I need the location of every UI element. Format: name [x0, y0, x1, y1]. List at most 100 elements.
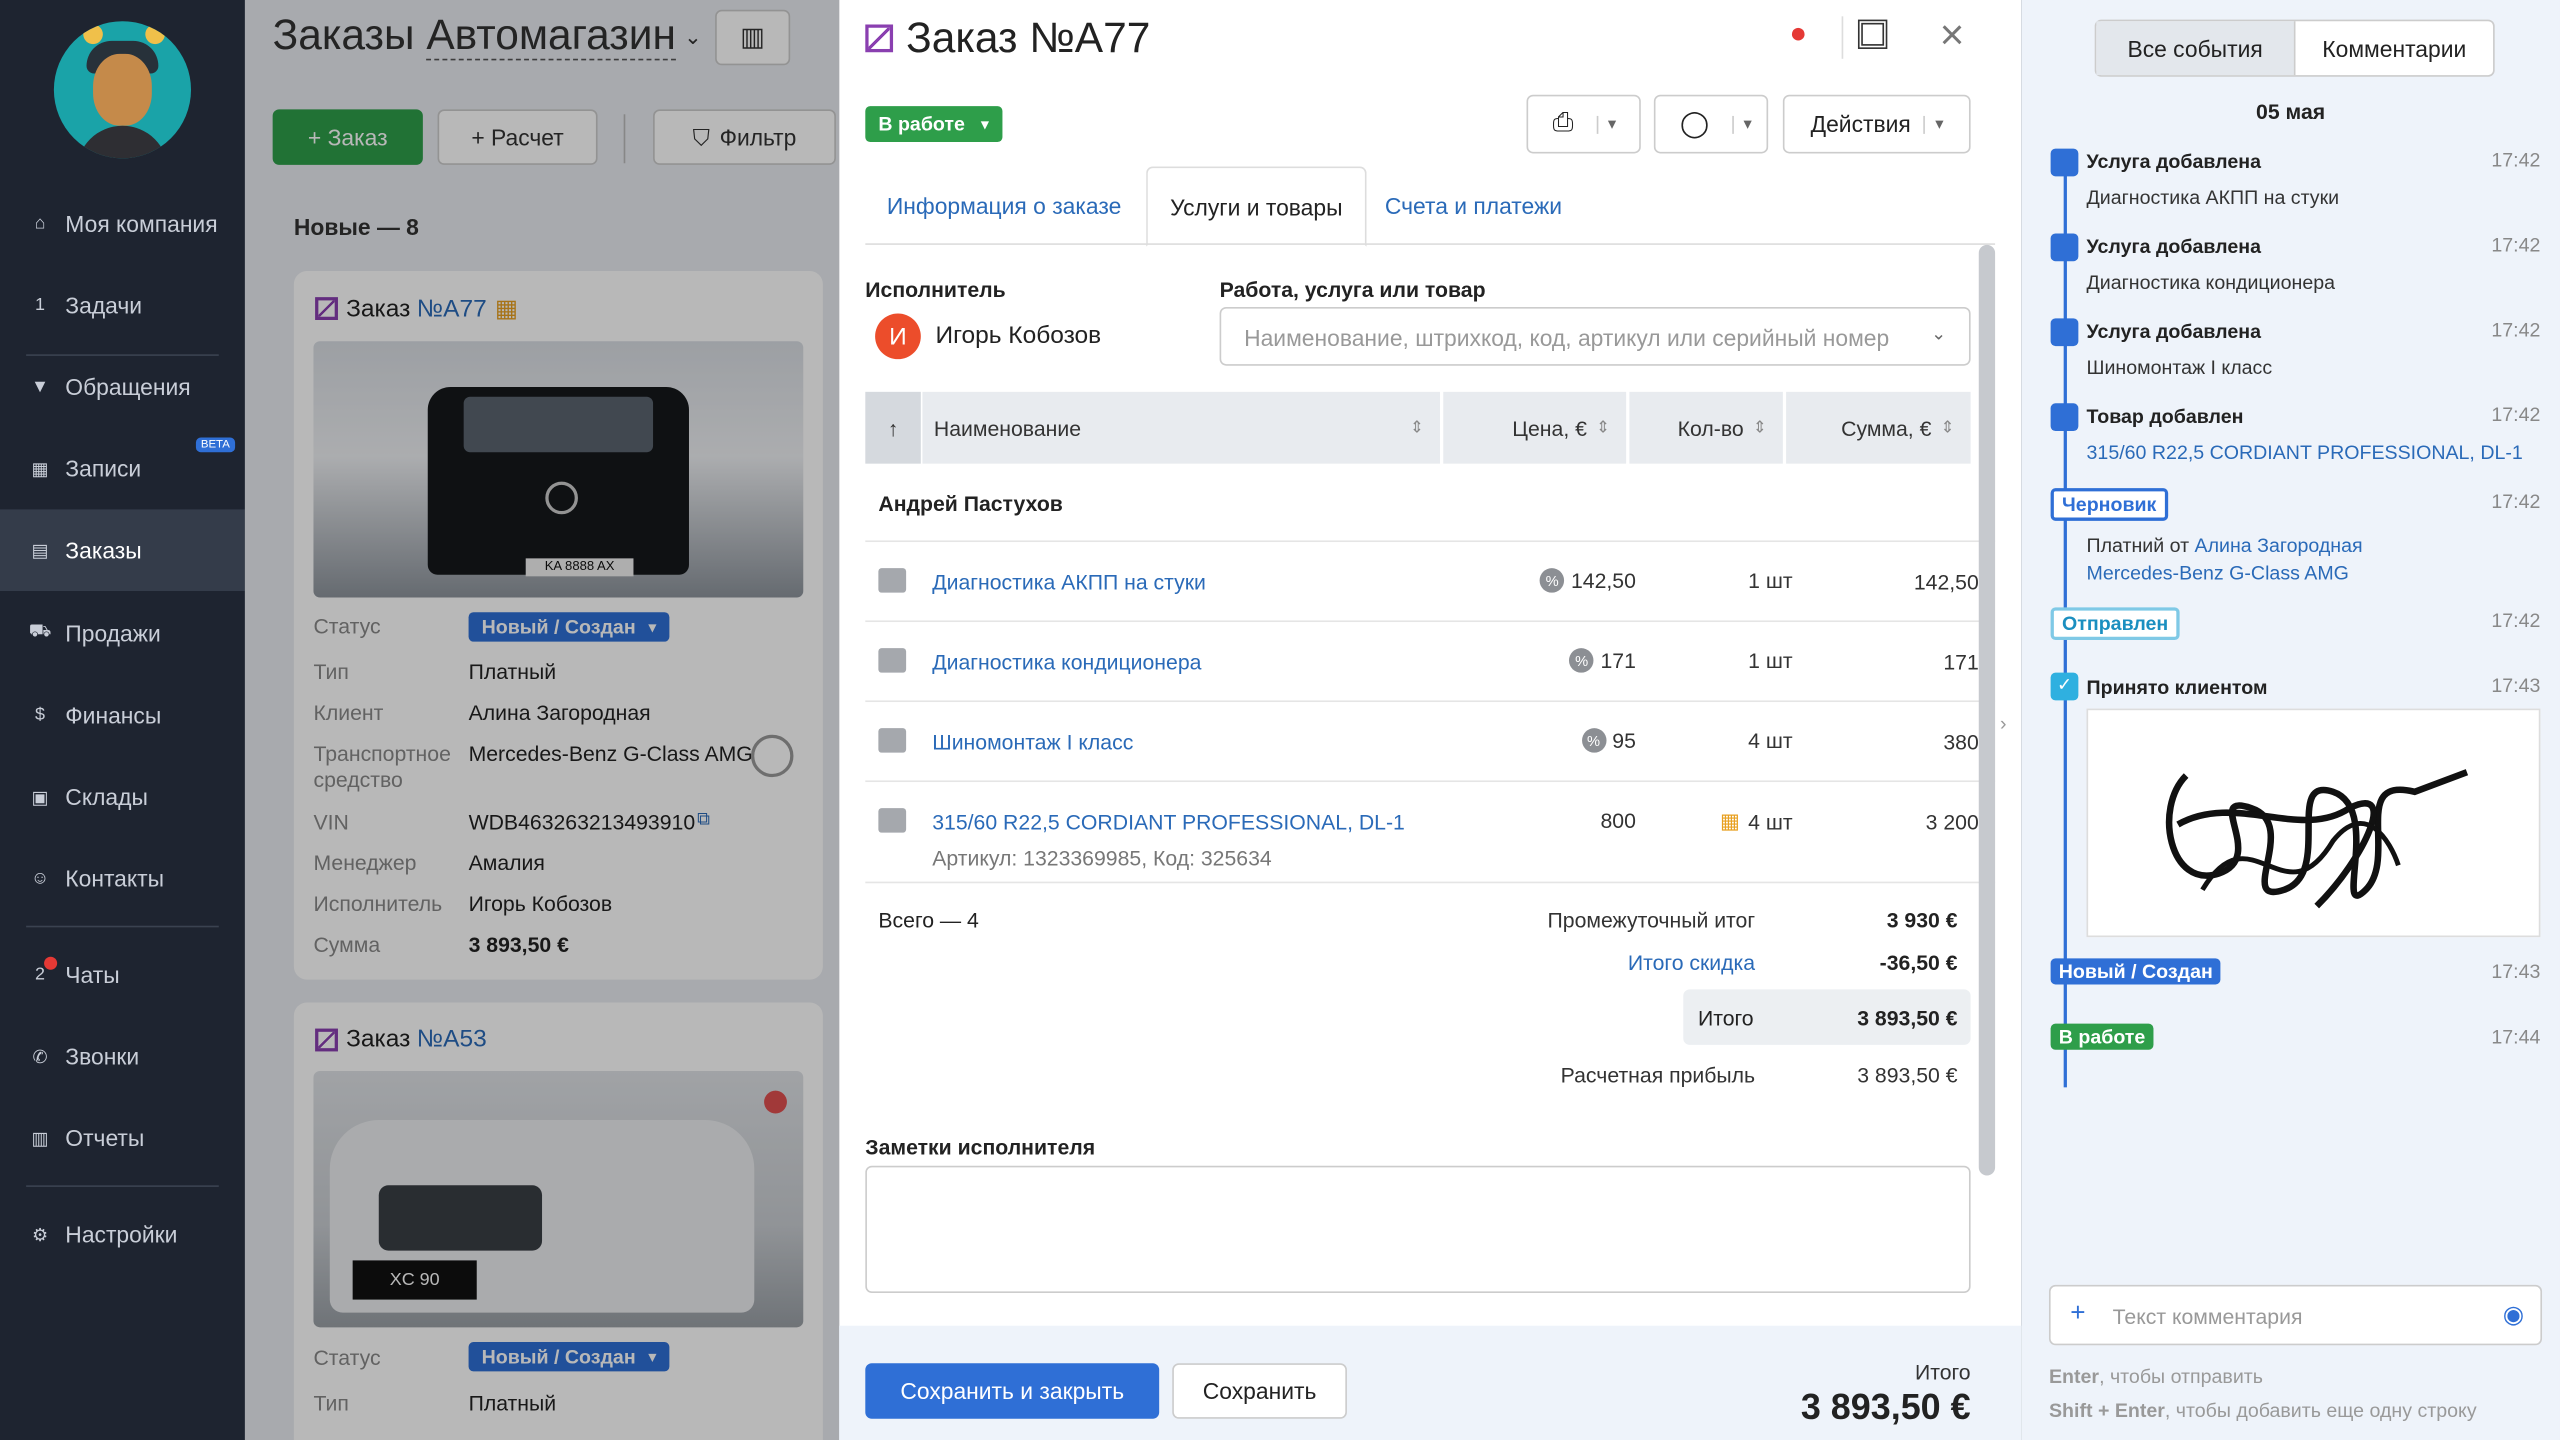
client-link[interactable]: Алина Загородная [2195, 534, 2363, 557]
sidebar-item-label: Продажи [65, 620, 161, 647]
tab-all-events[interactable]: Все события [2096, 21, 2296, 76]
sidebar-item-dollar[interactable]: $ Финансы [0, 674, 245, 756]
sort-column[interactable]: ↑ [865, 391, 921, 464]
tab-comments[interactable]: Комментарии [2296, 21, 2494, 75]
sidebar-item-home[interactable]: ⌂ Моя компания [0, 183, 245, 265]
item-sum: 380 [1943, 729, 1979, 755]
sidebar-item-label: Финансы [65, 702, 162, 729]
save-button[interactable]: Сохранить [1172, 1363, 1347, 1419]
event-title: Товар добавлен [2086, 404, 2244, 428]
item-qty-value: 1 шт [1748, 648, 1793, 673]
executor-name[interactable]: Игорь Кобозов [936, 322, 1102, 350]
tab-order-info[interactable]: Информация о заказе [865, 167, 1143, 245]
item-row[interactable]: 315/60 R22,5 CORDIANT PROFESSIONAL, DL-1… [865, 782, 1996, 884]
chevron-down-icon: ▾ [1596, 115, 1616, 134]
sidebar-item-chat[interactable]: 2 Чаты [0, 934, 245, 1016]
scrollbar[interactable] [1978, 244, 1996, 1176]
service-icon [878, 648, 907, 673]
item-row[interactable]: Шиномонтаж I класс% 95 4 шт 380 [865, 702, 1996, 783]
sidebar-item-report[interactable]: ▥ Отчеты [0, 1097, 245, 1179]
print-button[interactable]: ⎙ ▾ [1526, 94, 1641, 154]
sidebar-item-label: Записи [65, 455, 142, 482]
group-row: Андрей Пастухов [865, 464, 1996, 543]
event-text: Диагностика кондиционера [2086, 271, 2336, 294]
item-sku: Артикул: 1323369985, Код: 325634 [932, 845, 1272, 871]
sort-icon: ⇕ [1752, 418, 1767, 437]
column-price[interactable]: Цена, € ⇕ [1443, 391, 1627, 464]
item-name-link[interactable]: Диагностика АКПП на стуки [932, 570, 1206, 594]
comment-input[interactable]: + Текст комментария ◉ [2048, 1284, 2543, 1346]
item-sum: 171 [1943, 649, 1979, 675]
event-text[interactable]: 315/60 R22,5 CORDIANT PROFESSIONAL, DL-1 [2087, 441, 2523, 464]
sidebar-item-gear[interactable]: ⚙ Настройки [0, 1193, 245, 1275]
tab-invoices-payments[interactable]: Счета и платежи [1371, 167, 1575, 245]
service-icon [2050, 233, 2079, 262]
hint-enter: Enter, чтобы отправить [2049, 1365, 2263, 1388]
close-icon[interactable]: × [1940, 10, 1965, 59]
subtotal-value: 3 930 € [1886, 907, 1958, 933]
qr-code-icon[interactable] [1857, 19, 1888, 49]
sidebar-item-tasks[interactable]: 1 Задачи [0, 264, 245, 346]
column-sum[interactable]: Сумма, € ⇕ [1786, 391, 1971, 464]
sidebar-item-people[interactable]: ☺ Контакты [0, 838, 245, 920]
total-count: Всего — 4 [878, 907, 979, 933]
executor-label: Исполнитель [865, 277, 1006, 303]
item-row[interactable]: Диагностика АКПП на стуки% 142,50 1 шт 142,… [865, 542, 1996, 623]
discount-value: -36,50 € [1879, 950, 1958, 975]
product-search-placeholder: Наименование, штрихкод, код, артикул или… [1244, 324, 1890, 352]
sidebar-item-label: Обращения [65, 373, 191, 400]
status-dropdown[interactable]: В работе ▾ [865, 106, 1002, 143]
discount-icon: % [1539, 568, 1565, 593]
sidebar-item-label: Настройки [65, 1221, 178, 1248]
hint-key: Enter [2048, 1364, 2100, 1388]
save-close-button[interactable]: Сохранить и закрыть [865, 1363, 1160, 1419]
signature-image[interactable] [2086, 708, 2541, 938]
discount-link[interactable]: Итого скидка [1427, 950, 1755, 974]
history-panel: Все события Комментарии 05 мая Услуга до… [2021, 0, 2560, 1440]
event-time: 17:42 [2491, 608, 2541, 632]
header-divider [1841, 16, 1844, 59]
column-qty[interactable]: Кол-во ⇕ [1629, 391, 1783, 464]
plus-icon[interactable]: + [2070, 1300, 2085, 1329]
item-sum: 3 200 [1925, 809, 1979, 835]
eye-icon[interactable]: ◉ [2503, 1300, 2524, 1329]
item-name-link[interactable]: Шиномонтаж I класс [932, 730, 1133, 754]
user-avatar[interactable] [53, 21, 192, 159]
column-name[interactable]: Наименование ⇕ [922, 391, 1440, 464]
item-name-link[interactable]: 315/60 R22,5 CORDIANT PROFESSIONAL, DL-1 [932, 810, 1405, 834]
item-name-link[interactable]: Диагностика кондиционера [932, 650, 1201, 674]
nav-divider [26, 354, 219, 356]
item-price-value: 171 [1600, 648, 1636, 673]
sidebar-item-funnel[interactable]: ▼ Обращения [0, 346, 245, 428]
product-search-input[interactable]: Наименование, штрихкод, код, артикул или… [1219, 306, 1971, 366]
product-icon [2050, 403, 2079, 432]
boxes-icon: ▣ [31, 787, 49, 808]
event-time: 17:42 [2491, 148, 2541, 172]
sidebar-item-orders[interactable]: ▤ Заказы [0, 509, 245, 592]
discount-icon: % [1569, 648, 1594, 673]
fire-icon[interactable]: ● [1789, 16, 1807, 50]
chevron-right-icon[interactable]: › [2000, 712, 2007, 735]
arrow-up-icon: ↑ [887, 415, 899, 440]
app-root: ⌂ Моя компания 1 Задачи ▼ Обращения ▦ Записи ▤ За… [0, 0, 2560, 1440]
work-status-chip: В работе [2050, 1023, 2154, 1050]
message-button[interactable]: ◯ ▾ [1653, 94, 1769, 154]
sidebar-item-phone[interactable]: ✆ Звонки [0, 1016, 245, 1098]
modal-backdrop[interactable] [244, 0, 840, 1440]
sidebar-item-boxes[interactable]: ▣ Склады [0, 756, 245, 838]
notes-textarea[interactable] [865, 1165, 1971, 1294]
sidebar-item-cart[interactable]: ⛟ Продажи [0, 593, 245, 675]
sent-chip: Отправлен [2050, 607, 2180, 640]
sort-icon: ⇕ [1596, 418, 1610, 437]
item-price: % 142,50 [1539, 568, 1636, 593]
sidebar-item-label: Отчеты [65, 1124, 145, 1152]
actions-button[interactable]: Действия ▾ [1782, 94, 1971, 154]
item-row[interactable]: Диагностика кондиционера% 171 1 шт 171 [865, 622, 1996, 703]
item-qty: 1 шт [1748, 648, 1792, 672]
actions-label: Действия [1810, 111, 1911, 138]
hint-text: , чтобы добавить еще одну строку [2164, 1399, 2477, 1423]
modal-title: Заказ №A77 [865, 13, 1150, 64]
people-icon: ☺ [30, 868, 50, 889]
tab-services-goods[interactable]: Услуги и товары [1146, 166, 1367, 247]
vehicle-link[interactable]: Mercedes-Benz G-Class AMG [2087, 562, 2349, 585]
